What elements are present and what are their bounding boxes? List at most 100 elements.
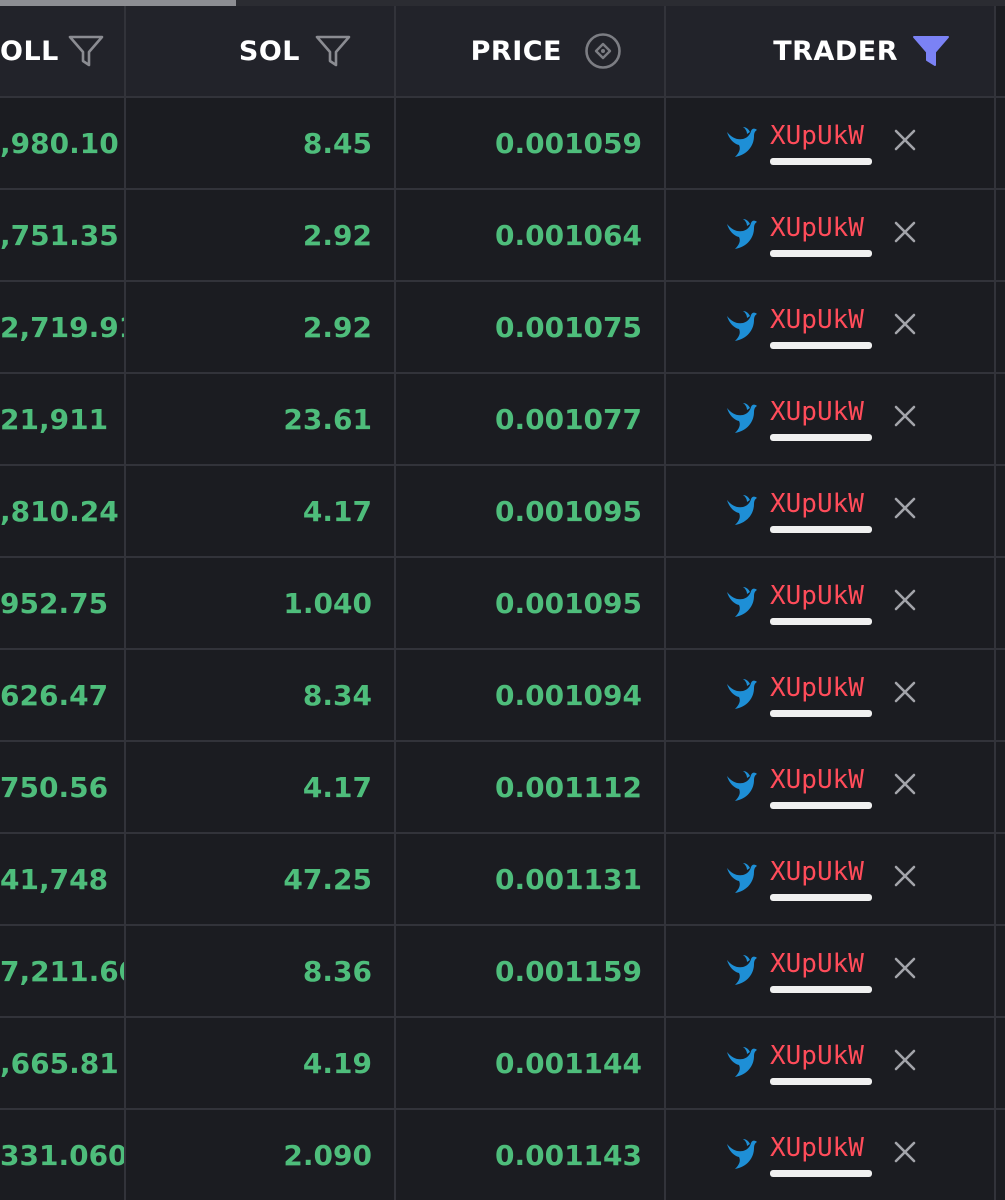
trader-address-text: XUpUkW bbox=[770, 305, 864, 335]
trader-address-link[interactable]: XUpUkW bbox=[770, 581, 872, 625]
table-row[interactable]: ,751.35 2.92 0.001064 XUpUkW bbox=[0, 189, 1005, 282]
trades-table: OLL SOL PRICE TRADER ,980.10 8.45 0.0010… bbox=[0, 6, 1005, 1200]
cell-sol: 4.17 bbox=[125, 465, 396, 558]
close-icon[interactable] bbox=[894, 865, 916, 887]
cell-sol: 2.92 bbox=[125, 281, 396, 374]
close-icon[interactable] bbox=[894, 129, 916, 151]
cell-sol: 23.61 bbox=[125, 373, 396, 466]
table-row[interactable]: 750.56 4.17 0.001112 XUpUkW bbox=[0, 741, 1005, 834]
table-row[interactable]: 331.060 2.090 0.001143 XUpUkW bbox=[0, 1109, 1005, 1200]
close-icon[interactable] bbox=[894, 221, 916, 243]
close-icon[interactable] bbox=[894, 957, 916, 979]
table-row[interactable]: 2,719.91 2.92 0.001075 XUpUkW bbox=[0, 281, 1005, 374]
trader-address-underline bbox=[770, 986, 872, 993]
trader-address-link[interactable]: XUpUkW bbox=[770, 121, 872, 165]
cell-trader: XUpUkW bbox=[665, 649, 996, 742]
trader-address-text: XUpUkW bbox=[770, 1133, 864, 1163]
trader-address-link[interactable]: XUpUkW bbox=[770, 489, 872, 533]
cell-price: 0.001144 bbox=[395, 1017, 666, 1110]
whale-icon bbox=[724, 1138, 760, 1172]
table-edge bbox=[995, 925, 1005, 1018]
close-icon[interactable] bbox=[894, 773, 916, 795]
trader-address-link[interactable]: XUpUkW bbox=[770, 949, 872, 993]
whale-icon bbox=[724, 402, 760, 436]
table-edge bbox=[995, 189, 1005, 282]
cell-col1: 952.75 bbox=[0, 557, 126, 650]
cell-price: 0.001075 bbox=[395, 281, 666, 374]
close-icon[interactable] bbox=[894, 1049, 916, 1071]
trader-address-text: XUpUkW bbox=[770, 489, 864, 519]
cell-col1: ,751.35 bbox=[0, 189, 126, 282]
cell-col1: ,980.10 bbox=[0, 97, 126, 190]
column-header-price: PRICE bbox=[395, 6, 666, 98]
cell-sol: 1.040 bbox=[125, 557, 396, 650]
table-row[interactable]: 952.75 1.040 0.001095 XUpUkW bbox=[0, 557, 1005, 650]
close-icon[interactable] bbox=[894, 681, 916, 703]
cell-price: 0.001059 bbox=[395, 97, 666, 190]
cell-price: 0.001094 bbox=[395, 649, 666, 742]
trader-address-underline bbox=[770, 1170, 872, 1177]
trader-address-underline bbox=[770, 894, 872, 901]
trader-address-link[interactable]: XUpUkW bbox=[770, 397, 872, 441]
trader-address-underline bbox=[770, 250, 872, 257]
trader-address-link[interactable]: XUpUkW bbox=[770, 1041, 872, 1085]
whale-icon bbox=[724, 954, 760, 988]
trader-address-link[interactable]: XUpUkW bbox=[770, 857, 872, 901]
trader-address-underline bbox=[770, 342, 872, 349]
table-edge bbox=[995, 6, 1005, 98]
table-row[interactable]: ,810.24 4.17 0.001095 XUpUkW bbox=[0, 465, 1005, 558]
trader-address-underline bbox=[770, 434, 872, 441]
cell-col1: ,665.81 bbox=[0, 1017, 126, 1110]
table-row[interactable]: ,980.10 8.45 0.001059 XUpUkW bbox=[0, 97, 1005, 190]
whale-icon bbox=[724, 770, 760, 804]
close-icon[interactable] bbox=[894, 313, 916, 335]
cell-sol: 8.36 bbox=[125, 925, 396, 1018]
cell-trader: XUpUkW bbox=[665, 833, 996, 926]
whale-icon bbox=[724, 218, 760, 252]
column-header-label: SOL bbox=[238, 35, 300, 67]
table-row[interactable]: 21,911 23.61 0.001077 XUpUkW bbox=[0, 373, 1005, 466]
close-icon[interactable] bbox=[894, 589, 916, 611]
close-icon[interactable] bbox=[894, 405, 916, 427]
filter-icon[interactable] bbox=[314, 34, 352, 68]
whale-icon bbox=[724, 310, 760, 344]
cell-col1: ,810.24 bbox=[0, 465, 126, 558]
cell-trader: XUpUkW bbox=[665, 281, 996, 374]
filter-icon[interactable] bbox=[67, 34, 105, 68]
filter-active-icon[interactable] bbox=[912, 34, 950, 68]
column-header-label: PRICE bbox=[470, 35, 562, 67]
table-edge bbox=[995, 465, 1005, 558]
table-edge bbox=[995, 1109, 1005, 1200]
price-toggle-icon[interactable] bbox=[584, 32, 622, 70]
table-row[interactable]: 626.47 8.34 0.001094 XUpUkW bbox=[0, 649, 1005, 742]
table-edge bbox=[995, 833, 1005, 926]
trader-address-underline bbox=[770, 618, 872, 625]
whale-icon bbox=[724, 862, 760, 896]
trader-address-link[interactable]: XUpUkW bbox=[770, 765, 872, 809]
cell-trader: XUpUkW bbox=[665, 925, 996, 1018]
column-header-col1: OLL bbox=[0, 6, 126, 98]
trader-address-underline bbox=[770, 526, 872, 533]
cell-col1: 21,911 bbox=[0, 373, 126, 466]
close-icon[interactable] bbox=[894, 1141, 916, 1163]
table-edge bbox=[995, 1017, 1005, 1110]
trader-address-text: XUpUkW bbox=[770, 121, 864, 151]
trader-address-link[interactable]: XUpUkW bbox=[770, 213, 872, 257]
table-row[interactable]: 41,748 47.25 0.001131 XUpUkW bbox=[0, 833, 1005, 926]
trader-address-link[interactable]: XUpUkW bbox=[770, 673, 872, 717]
cell-sol: 47.25 bbox=[125, 833, 396, 926]
trader-address-text: XUpUkW bbox=[770, 949, 864, 979]
cell-sol: 4.19 bbox=[125, 1017, 396, 1110]
column-header-trader: TRADER bbox=[665, 6, 996, 98]
table-row[interactable]: ,665.81 4.19 0.001144 XUpUkW bbox=[0, 1017, 1005, 1110]
table-edge bbox=[995, 281, 1005, 374]
trader-address-link[interactable]: XUpUkW bbox=[770, 1133, 872, 1177]
table-edge bbox=[995, 649, 1005, 742]
cell-trader: XUpUkW bbox=[665, 741, 996, 834]
cell-col1: 7,211.60 bbox=[0, 925, 126, 1018]
table-row[interactable]: 7,211.60 8.36 0.001159 XUpUkW bbox=[0, 925, 1005, 1018]
table-edge bbox=[995, 557, 1005, 650]
trader-address-link[interactable]: XUpUkW bbox=[770, 305, 872, 349]
close-icon[interactable] bbox=[894, 497, 916, 519]
cell-sol: 2.090 bbox=[125, 1109, 396, 1200]
